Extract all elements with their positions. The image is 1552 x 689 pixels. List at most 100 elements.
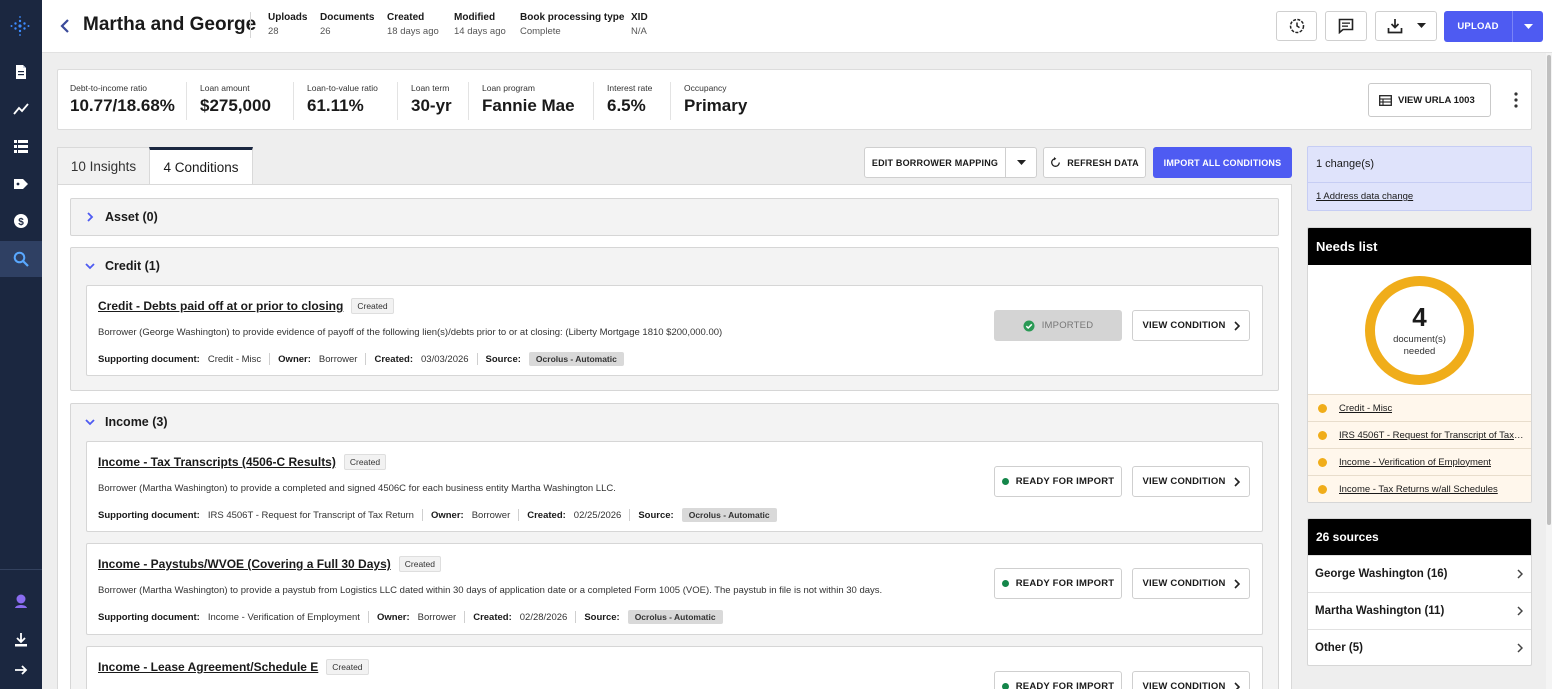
nav-expand[interactable]: [0, 652, 42, 688]
nav-documents[interactable]: [0, 54, 42, 90]
nav-list[interactable]: [0, 128, 42, 164]
owner-label: Owner:: [430, 509, 464, 521]
refresh-icon: [1051, 157, 1061, 167]
more-options-icon[interactable]: [1510, 91, 1522, 109]
metric-divider: [670, 82, 671, 120]
metric-divider: [397, 82, 398, 120]
condition-description: Borrower (Martha Washington) to provide …: [98, 585, 883, 596]
section-asset: Asset (0): [70, 198, 1279, 236]
source-badge: Ocrolus - Automatic: [681, 508, 777, 522]
view-condition-button[interactable]: VIEW CONDITION: [1132, 310, 1250, 341]
edit-borrower-mapping-button[interactable]: EDIT BORROWER MAPPING: [864, 147, 1006, 178]
comments-button[interactable]: [1325, 11, 1367, 41]
view-urla-button[interactable]: VIEW URLA 1003: [1368, 83, 1491, 117]
needs-list-item[interactable]: IRS 4506T - Request for Transcript of Ta…: [1308, 421, 1531, 448]
nav-assistant[interactable]: [0, 583, 42, 619]
download-icon: [1387, 19, 1402, 34]
needs-item-link[interactable]: Income - Verification of Employment: [1339, 457, 1491, 468]
form-icon: [1379, 94, 1392, 106]
condition-title-link[interactable]: Credit - Debts paid off at or prior to c…: [98, 299, 343, 313]
needs-list-item[interactable]: Credit - Misc: [1308, 394, 1531, 421]
upload-split-button[interactable]: UPLOAD: [1444, 11, 1543, 42]
ready-for-import-button[interactable]: READY FOR IMPORT: [994, 568, 1122, 599]
section-credit-header[interactable]: Credit (1): [71, 248, 160, 284]
rail-divider: [0, 569, 42, 570]
ready-status-dot-icon: [1001, 683, 1009, 689]
tab-insights[interactable]: 10 Insights: [57, 147, 150, 185]
app-logo-icon[interactable]: [9, 16, 31, 36]
pending-dot-icon: [1318, 484, 1327, 494]
meta-book-processing-type: Book processing type Complete: [520, 12, 624, 37]
needs-list-item[interactable]: Income - Tax Returns w/all Schedules: [1308, 475, 1531, 502]
import-all-conditions-button[interactable]: IMPORT ALL CONDITIONS: [1153, 147, 1292, 178]
ready-for-import-button[interactable]: READY FOR IMPORT: [994, 671, 1122, 689]
metric-divider: [468, 82, 469, 120]
address-change-link[interactable]: 1 Address data change: [1316, 191, 1413, 202]
meta-value: N/A: [631, 26, 647, 37]
tag-icon: [14, 179, 28, 189]
needs-item-link[interactable]: Income - Tax Returns w/all Schedules: [1339, 484, 1498, 495]
download-menu-button[interactable]: [1375, 11, 1437, 41]
page-scrollbar[interactable]: [1546, 53, 1552, 689]
metric-value: 30-yr: [411, 96, 452, 115]
needs-item-link[interactable]: Credit - Misc: [1339, 403, 1392, 414]
condition-description: Borrower (Martha Washington) to provide …: [98, 483, 616, 494]
source-row[interactable]: George Washington (16): [1308, 555, 1531, 592]
metric-value: $275,000: [200, 96, 271, 115]
edit-mapping-menu-toggle[interactable]: [1005, 147, 1037, 178]
created-label: Created:: [527, 509, 566, 521]
upload-menu-toggle[interactable]: [1512, 11, 1543, 42]
section-asset-header[interactable]: Asset (0): [71, 199, 158, 235]
nav-tags[interactable]: [0, 166, 42, 202]
meta-modified: Modified 14 days ago: [454, 12, 506, 37]
metric-label: Loan amount: [200, 83, 250, 93]
history-button[interactable]: [1276, 11, 1317, 41]
nav-analytics[interactable]: [0, 91, 42, 127]
arrow-right-icon: [15, 665, 28, 675]
created-label: Created:: [374, 353, 413, 365]
source-label: Source:: [485, 353, 521, 365]
condition-title-link[interactable]: Income - Tax Transcripts (4506-C Results…: [98, 455, 336, 469]
refresh-data-label: REFRESH DATA: [1067, 157, 1139, 168]
view-condition-button[interactable]: VIEW CONDITION: [1132, 671, 1250, 689]
upload-button[interactable]: UPLOAD: [1444, 11, 1512, 42]
nav-search[interactable]: [0, 241, 42, 277]
metric-label: Loan program: [482, 83, 535, 93]
chevron-right-icon: [1517, 643, 1523, 653]
condition-meta: Supporting document: Income - Verificati…: [98, 610, 723, 624]
caret-down-icon: [1416, 23, 1426, 28]
view-condition-button[interactable]: VIEW CONDITION: [1132, 466, 1250, 497]
ready-for-import-button[interactable]: READY FOR IMPORT: [994, 466, 1122, 497]
condition-title-link[interactable]: Income - Paystubs/WVOE (Covering a Full …: [98, 557, 391, 571]
condition-description: Borrower (George Washington) to provide …: [98, 327, 723, 338]
ready-status-dot-icon: [1001, 580, 1009, 587]
needs-item-link[interactable]: IRS 4506T - Request for Transcript of Ta…: [1339, 430, 1525, 441]
chevron-right-icon: [1233, 681, 1240, 689]
back-chevron-icon[interactable]: [58, 18, 72, 34]
condition-card: Income - Paystubs/WVOE (Covering a Full …: [86, 543, 1263, 635]
meta-value: 18 days ago: [387, 26, 439, 37]
source-row[interactable]: Other (5): [1308, 629, 1531, 665]
metric-divider: [293, 82, 294, 120]
dollar-circle-icon: $: [14, 214, 28, 228]
section-income-header[interactable]: Income (3): [71, 404, 168, 440]
source-row[interactable]: Martha Washington (11): [1308, 592, 1531, 629]
tab-conditions[interactable]: 4 Conditions: [149, 147, 253, 185]
needs-count: 4: [1412, 301, 1427, 332]
metric-interest-rate: Interest rate 6.5%: [607, 83, 652, 116]
condition-title-link[interactable]: Income - Lease Agreement/Schedule E: [98, 660, 318, 674]
chevron-right-icon: [1233, 578, 1240, 589]
search-icon: [13, 251, 29, 267]
scrollbar-thumb[interactable]: [1547, 55, 1551, 525]
document-icon: [16, 65, 26, 79]
nav-finance[interactable]: $: [0, 203, 42, 239]
changes-count: 1 change(s): [1316, 158, 1375, 170]
condition-meta: Supporting document: IRS 4506T - Request…: [98, 508, 777, 522]
view-condition-button[interactable]: VIEW CONDITION: [1132, 568, 1250, 599]
check-circle-icon: [1023, 320, 1035, 331]
refresh-data-button[interactable]: REFRESH DATA: [1043, 147, 1146, 178]
meta-label: Modified: [454, 12, 496, 23]
needs-list-item[interactable]: Income - Verification of Employment: [1308, 448, 1531, 475]
created-label: Created:: [473, 611, 512, 623]
ready-status-dot-icon: [1001, 478, 1009, 485]
